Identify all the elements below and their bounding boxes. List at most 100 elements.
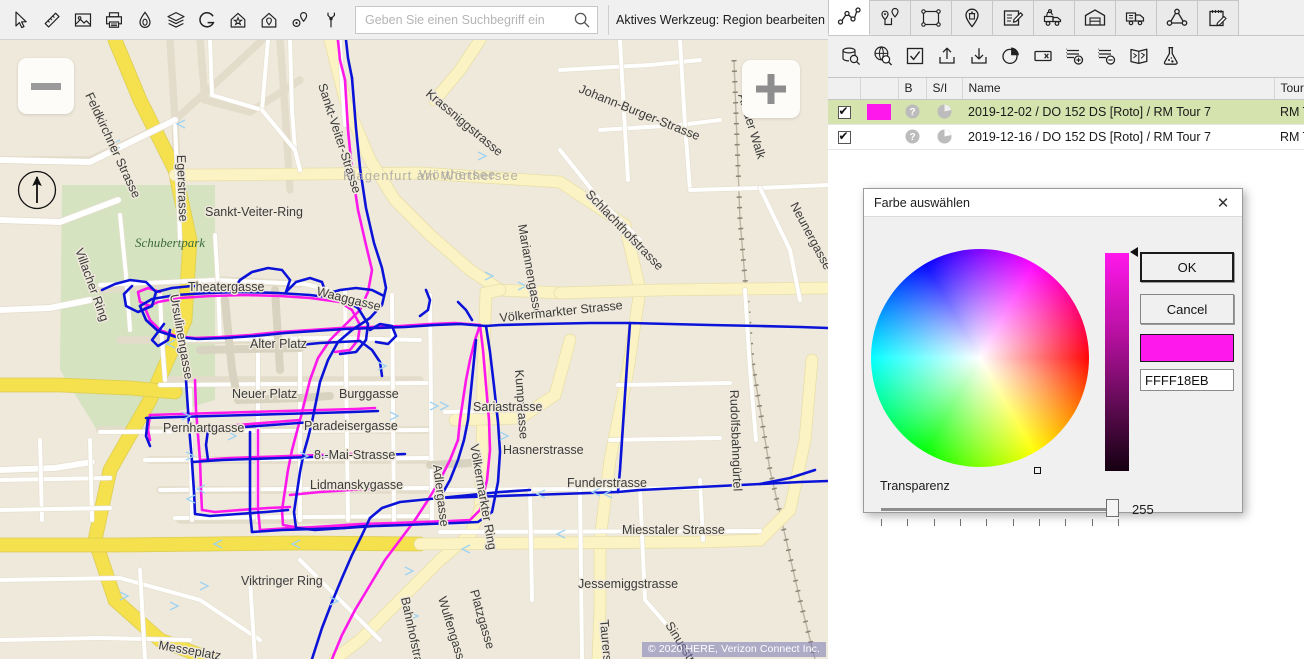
notepad-edit-icon bbox=[1209, 10, 1227, 27]
row-si-cell[interactable] bbox=[926, 99, 962, 125]
map-label: Pernhartgasse bbox=[163, 421, 244, 435]
search-box[interactable] bbox=[355, 6, 598, 34]
pie-icon[interactable] bbox=[937, 129, 952, 144]
col-header-b[interactable]: B bbox=[898, 78, 927, 100]
panel-tab-strip bbox=[828, 0, 1304, 36]
toolbar-icon-group bbox=[0, 5, 346, 35]
svg-text:?: ? bbox=[909, 107, 915, 118]
col-header-color[interactable] bbox=[860, 78, 899, 100]
tools-icon[interactable] bbox=[316, 5, 346, 35]
row-b-cell[interactable]: ? bbox=[898, 124, 926, 150]
row-color-cell[interactable] bbox=[860, 99, 898, 125]
row-color-swatch[interactable] bbox=[867, 103, 891, 120]
hex-input[interactable] bbox=[1140, 369, 1234, 391]
map-label: Viktringer Ring bbox=[241, 574, 323, 588]
col-header-tour[interactable]: Tour bbox=[1274, 78, 1304, 100]
home-star-icon[interactable] bbox=[223, 5, 253, 35]
map-label: Paradeisergasse bbox=[304, 419, 398, 433]
tab-notes[interactable] bbox=[1197, 0, 1239, 35]
download-icon[interactable] bbox=[964, 41, 994, 71]
list-remove-icon[interactable] bbox=[1092, 41, 1122, 71]
tab-delivery[interactable] bbox=[1115, 0, 1157, 35]
map-zoom-in-button[interactable] bbox=[742, 60, 800, 118]
geo-g-icon[interactable] bbox=[192, 5, 222, 35]
map-book-icon[interactable] bbox=[1124, 41, 1154, 71]
tab-edit-form[interactable] bbox=[992, 0, 1034, 35]
row-checkbox[interactable] bbox=[837, 129, 851, 144]
row-name[interactable]: 2019-12-02 / DO 152 DS [Roto] / RM Tour … bbox=[962, 99, 1274, 125]
checkbox-icon[interactable] bbox=[900, 41, 930, 71]
row-color-cell[interactable] bbox=[860, 124, 898, 150]
transparency-slider-track[interactable] bbox=[881, 508, 1111, 511]
north-arrow-icon bbox=[17, 170, 57, 210]
pie-chart-icon[interactable] bbox=[996, 41, 1026, 71]
col-header-check[interactable] bbox=[828, 78, 861, 100]
db-search-icon[interactable] bbox=[836, 41, 866, 71]
row-checkbox-cell[interactable] bbox=[828, 99, 860, 125]
tab-network[interactable] bbox=[1156, 0, 1198, 35]
tab-region[interactable] bbox=[910, 0, 952, 35]
svg-text:?: ? bbox=[909, 132, 915, 143]
drop-icon[interactable] bbox=[130, 5, 160, 35]
pie-icon[interactable] bbox=[937, 104, 952, 119]
tab-vehicle[interactable] bbox=[1033, 0, 1075, 35]
tab-stops[interactable] bbox=[869, 0, 911, 35]
row-tour[interactable]: RM Tour 7 bbox=[1274, 124, 1304, 150]
table-row[interactable]: ? 2019-12-16 / DO 152 DS [Roto] / RM Tou… bbox=[828, 124, 1304, 150]
flask-icon[interactable] bbox=[1156, 41, 1186, 71]
image-icon[interactable] bbox=[68, 5, 98, 35]
warehouse-icon bbox=[1084, 9, 1106, 26]
color-preview-swatch[interactable] bbox=[1140, 334, 1234, 362]
dialog-title: Farbe auswählen bbox=[874, 195, 970, 210]
map-canvas[interactable]: .rd-minor { stroke:#ffffff; stroke-width… bbox=[0, 40, 828, 659]
map-label: Egerstrasse bbox=[174, 155, 190, 222]
globe-search-icon[interactable] bbox=[868, 41, 898, 71]
cursor-select-icon[interactable] bbox=[6, 5, 36, 35]
route-pin-icon[interactable] bbox=[285, 5, 315, 35]
row-b-cell[interactable]: ? bbox=[898, 99, 926, 125]
map-label: Sariastrasse bbox=[473, 400, 543, 414]
tab-depot[interactable] bbox=[1074, 0, 1116, 35]
map-zoom-out-button[interactable] bbox=[18, 58, 74, 114]
col-header-name[interactable]: Name bbox=[962, 78, 1275, 100]
ok-button[interactable]: OK bbox=[1140, 252, 1234, 282]
question-icon[interactable]: ? bbox=[905, 129, 920, 144]
transparency-slider-thumb[interactable] bbox=[1106, 499, 1119, 524]
cancel-button[interactable]: Cancel bbox=[1140, 294, 1234, 324]
network-nodes-icon bbox=[1166, 8, 1188, 26]
list-add-icon[interactable] bbox=[1060, 41, 1090, 71]
row-name[interactable]: 2019-12-16 / DO 152 DS [Roto] / RM Tour … bbox=[962, 124, 1274, 150]
delete-box-icon[interactable] bbox=[1028, 41, 1058, 71]
row-checkbox-cell[interactable] bbox=[828, 124, 860, 150]
region-rect-icon bbox=[921, 9, 941, 27]
map-compass-button[interactable] bbox=[17, 170, 57, 210]
map-label: Burggasse bbox=[339, 387, 399, 401]
row-checkbox[interactable] bbox=[837, 104, 851, 119]
question-icon[interactable]: ? bbox=[905, 104, 920, 119]
close-icon[interactable]: ✕ bbox=[1210, 192, 1236, 214]
delivery-truck-icon bbox=[1125, 12, 1145, 26]
upload-icon[interactable] bbox=[932, 41, 962, 71]
tab-routes[interactable] bbox=[828, 0, 870, 35]
main-toolbar: Aktives Werkzeug: Region bearbeiten bbox=[0, 0, 828, 40]
toolbar-divider bbox=[608, 5, 609, 35]
color-wheel-marker[interactable] bbox=[1034, 467, 1041, 474]
home-pin-icon[interactable] bbox=[254, 5, 284, 35]
brightness-strip[interactable] bbox=[1105, 253, 1129, 471]
tab-depot-pin[interactable] bbox=[951, 0, 993, 35]
table-row[interactable]: ? 2019-12-02 / DO 152 DS [Roto] / RM Tou… bbox=[828, 99, 1304, 125]
brightness-marker[interactable] bbox=[1130, 247, 1138, 257]
row-si-cell[interactable] bbox=[926, 124, 962, 150]
layers-icon[interactable] bbox=[161, 5, 191, 35]
col-header-si[interactable]: S/I bbox=[926, 78, 963, 100]
print-icon[interactable] bbox=[99, 5, 129, 35]
plus-icon bbox=[756, 74, 786, 104]
search-icon[interactable] bbox=[567, 7, 597, 33]
table-header-row: B S/I Name Tour bbox=[828, 78, 1304, 100]
search-input[interactable] bbox=[356, 7, 567, 33]
map-graphics: .rd-minor { stroke:#ffffff; stroke-width… bbox=[0, 40, 828, 659]
row-tour[interactable]: RM Tour 7 bbox=[1274, 99, 1304, 125]
color-wheel[interactable] bbox=[871, 249, 1089, 474]
measure-ruler-icon[interactable] bbox=[37, 5, 67, 35]
dialog-titlebar: Farbe auswählen ✕ bbox=[864, 189, 1242, 217]
